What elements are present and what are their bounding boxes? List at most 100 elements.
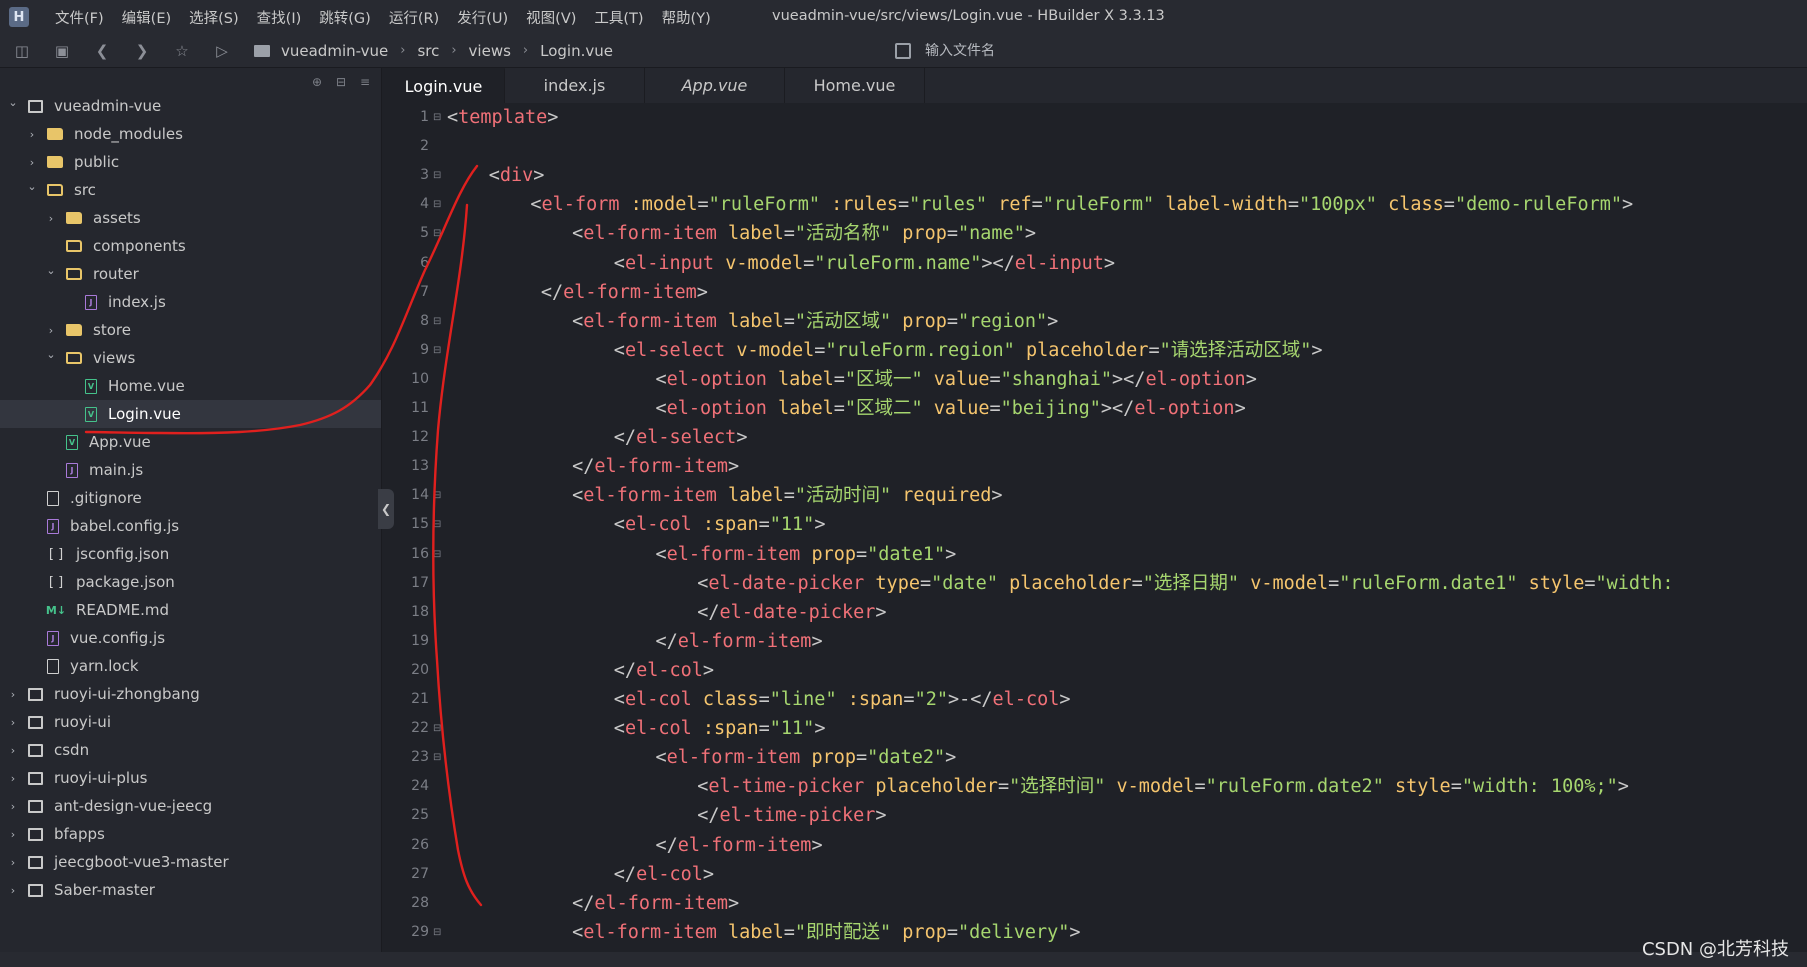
chevron-right-icon[interactable]: › [8,856,18,869]
tree-item[interactable]: › csdn [0,736,381,764]
tree-item[interactable]: › ant-design-vue-jeecg [0,792,381,820]
fold-toggle-icon[interactable]: ⊟ [433,161,441,190]
save-icon[interactable]: ▣ [50,39,74,63]
code-content: <el-form-item prop="date1"> [656,540,957,569]
back-icon[interactable]: ❮ [90,39,114,63]
tree-item[interactable]: ›Jindex.js [0,288,381,316]
tree-item[interactable]: › public [0,148,381,176]
tree-item[interactable]: › ruoyi-ui-plus [0,764,381,792]
menu-item[interactable]: 运行(R) [389,7,439,28]
code-token: > [533,165,545,187]
tree-item[interactable]: ›yarn.lock [0,652,381,680]
code-token: el-time-picker [719,805,876,827]
locate-icon[interactable]: ⊕ [309,74,325,90]
tree-item-label: public [74,153,120,171]
tree-item[interactable]: › ruoyi-ui [0,708,381,736]
menu-item[interactable]: 查找(I) [257,7,302,28]
tree-item[interactable]: ›VHome.vue [0,372,381,400]
chevron-right-icon[interactable]: › [46,212,56,225]
tree-item[interactable]: › jeecgboot-vue3-master [0,848,381,876]
tree-item[interactable]: › Saber-master [0,876,381,904]
tree-item[interactable]: ›VApp.vue [0,428,381,456]
fold-toggle-icon[interactable]: ⊟ [433,743,441,772]
chevron-right-icon[interactable]: › [46,324,56,337]
breadcrumb-item[interactable]: Login.vue [540,42,613,60]
tree-item[interactable]: › node_modules [0,120,381,148]
fold-toggle-icon[interactable]: ⊟ [433,918,441,947]
tree-item[interactable]: › assets [0,204,381,232]
breadcrumb-item[interactable]: vueadmin-vue [281,42,388,60]
tree-item[interactable]: ›VLogin.vue [0,400,381,428]
star-icon[interactable]: ☆ [170,39,194,63]
sidebar-collapse-button[interactable]: ❮ [378,489,394,529]
editor-tab[interactable]: Login.vue [383,68,505,103]
chevron-right-icon[interactable]: › [8,744,18,757]
tree-item[interactable]: ›Jvue.config.js [0,624,381,652]
window-icon[interactable]: ◫ [10,39,34,63]
menu-item[interactable]: 视图(V) [526,7,576,28]
code-token: < [572,310,584,332]
tree-item[interactable]: ›.gitignore [0,484,381,512]
chevron-right-icon[interactable]: › [8,772,18,785]
code-token: el-input [1014,252,1104,274]
tree-item[interactable]: ›Jbabel.config.js [0,512,381,540]
chevron-down-icon[interactable]: ⌄ [27,180,37,193]
code-token: < [530,194,542,216]
tree-item[interactable]: ⌄ views [0,344,381,372]
editor-tab[interactable]: index.js [505,68,645,103]
file-search-input[interactable] [925,43,1225,59]
line-number: 18 [411,603,429,620]
line-number: 26 [411,836,429,853]
menu-icon[interactable]: ≡ [357,74,373,90]
tree-item[interactable]: ›[ ]package.json [0,568,381,596]
editor-tab[interactable]: App.vue [645,68,785,103]
chevron-right-icon[interactable]: › [8,688,18,701]
chevron-down-icon[interactable]: ⌄ [8,96,18,109]
menu-item[interactable]: 发行(U) [457,7,508,28]
chevron-right-icon[interactable]: › [27,156,37,169]
tree-item[interactable]: ›components [0,232,381,260]
forward-icon[interactable]: ❯ [130,39,154,63]
tree-item[interactable]: ⌄ vueadmin-vue [0,92,381,120]
hbuilder-logo-icon[interactable]: H [9,7,29,27]
tree-item[interactable]: ›[ ]jsconfig.json [0,540,381,568]
code-editor[interactable]: 1 ⊟ <template> 2 3 ⊟ <div> 4 ⊟ <el-form :model="r… [383,103,1807,952]
fold-toggle-icon[interactable]: ⊟ [433,510,441,539]
fold-toggle-icon[interactable]: ⊟ [433,481,441,510]
code-token: :rules [831,194,898,216]
fold-toggle-icon[interactable]: ⊟ [433,219,441,248]
tree-item[interactable]: › bfapps [0,820,381,848]
fold-toggle-icon[interactable]: ⊟ [433,190,441,219]
run-icon[interactable]: ▷ [210,39,234,63]
fold-toggle-icon[interactable]: ⊟ [433,540,441,569]
chevron-right-icon[interactable]: › [8,884,18,897]
menu-item[interactable]: 跳转(G) [319,7,371,28]
menu-item[interactable]: 工具(T) [594,7,643,28]
code-token: el-option [1145,368,1246,390]
tree-item[interactable]: › ruoyi-ui-zhongbang [0,680,381,708]
menu-item[interactable]: 选择(S) [189,7,239,28]
editor-tab[interactable]: Home.vue [785,68,925,103]
fold-toggle-icon[interactable]: ⊟ [433,307,441,336]
fold-toggle-icon[interactable]: ⊟ [433,103,441,132]
breadcrumb-item[interactable]: src [417,42,439,60]
menu-item[interactable]: 编辑(E) [122,7,171,28]
tree-item[interactable]: ⌄ router [0,260,381,288]
chevron-down-icon[interactable]: ⌄ [46,264,56,277]
tree-item[interactable]: ›M↓README.md [0,596,381,624]
menu-item[interactable]: 文件(F) [55,7,104,28]
menu-item[interactable]: 帮助(Y) [662,7,711,28]
tree-item[interactable]: ›Jmain.js [0,456,381,484]
chevron-down-icon[interactable]: ⌄ [46,348,56,361]
tree-item[interactable]: ⌄ src [0,176,381,204]
chevron-right-icon[interactable]: › [8,828,18,841]
breadcrumb-item[interactable]: views [469,42,511,60]
collapse-all-icon[interactable]: ⊟ [333,74,349,90]
tree-item[interactable]: › store [0,316,381,344]
fold-toggle-icon[interactable]: ⊟ [433,336,441,365]
fold-toggle-icon[interactable]: ⊟ [433,714,441,743]
chevron-right-icon[interactable]: › [8,716,18,729]
chevron-right-icon[interactable]: › [8,800,18,813]
chevron-right-icon[interactable]: › [27,128,37,141]
